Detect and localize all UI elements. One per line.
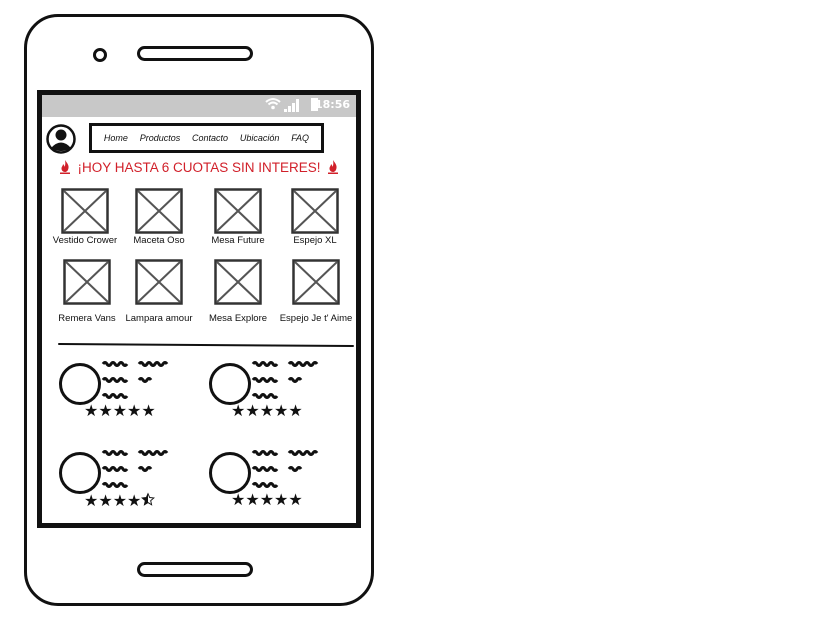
phone-screen: 18:56 Home Productos Contacto Ubicación … [37, 90, 361, 528]
reviewer-avatar [209, 363, 251, 405]
status-bar: 18:56 [42, 95, 356, 117]
product-name: Espejo Je t' Aime [279, 313, 353, 324]
product-card[interactable]: Espejo XL [275, 188, 355, 246]
clock: 18:56 [314, 98, 350, 111]
product-card[interactable]: Vestido Crower [45, 188, 125, 246]
review-card: ★★★★★ [209, 447, 339, 517]
signal-icon [284, 98, 300, 112]
main-nav: Home Productos Contacto Ubicación FAQ [89, 123, 324, 153]
nav-productos[interactable]: Productos [140, 133, 181, 143]
section-divider [57, 342, 355, 348]
product-name: Remera Vans [58, 313, 116, 324]
image-placeholder-icon [63, 259, 111, 305]
product-card[interactable]: Remera Vans [47, 259, 127, 324]
home-button[interactable] [137, 562, 253, 577]
review-card: ★★★★ [59, 447, 189, 517]
reviewer-avatar [209, 452, 251, 494]
product-name: Mesa Explore [208, 313, 268, 324]
placeholder-text-scribble [101, 361, 169, 399]
product-card[interactable]: Lampara amour [119, 259, 199, 324]
speaker-slot [137, 46, 253, 61]
promo-banner: ¡HOY HASTA 6 CUOTAS SIN INTERES! [42, 160, 356, 175]
star-rating: ★★★★★ [84, 401, 156, 420]
product-name: Maceta Oso [133, 235, 185, 246]
nav-home[interactable]: Home [104, 133, 128, 143]
product-card[interactable]: Mesa Future [198, 188, 278, 246]
star-rating: ★★★★★ [231, 490, 303, 509]
flame-icon [328, 160, 339, 174]
nav-ubicacion[interactable]: Ubicación [240, 133, 280, 143]
nav-faq[interactable]: FAQ [291, 133, 309, 143]
image-placeholder-icon [135, 188, 183, 234]
camera-dot [93, 48, 107, 62]
image-placeholder-icon [214, 259, 262, 305]
reviewer-avatar [59, 452, 101, 494]
product-name: Espejo XL [293, 235, 337, 246]
nav-contacto[interactable]: Contacto [192, 133, 228, 143]
wifi-icon [265, 97, 281, 114]
review-card: ★★★★★ [209, 358, 339, 428]
promo-text: ¡HOY HASTA 6 CUOTAS SIN INTERES! [77, 160, 321, 175]
image-placeholder-icon [61, 188, 109, 234]
placeholder-text-scribble [251, 361, 319, 399]
image-placeholder-icon [214, 188, 262, 234]
product-name: Lampara amour [125, 313, 193, 324]
star-rating: ★★★★★ [231, 401, 303, 420]
flame-icon [59, 160, 70, 174]
product-card[interactable]: Espejo Je t' Aime [275, 259, 356, 324]
image-placeholder-icon [292, 259, 340, 305]
product-name: Mesa Future [211, 235, 265, 246]
image-placeholder-icon [135, 259, 183, 305]
half-star-icon [141, 492, 156, 506]
placeholder-text-scribble [251, 450, 319, 488]
product-card[interactable]: Maceta Oso [119, 188, 199, 246]
product-name: Vestido Crower [52, 235, 118, 246]
star-rating: ★★★★ [84, 492, 156, 509]
user-avatar-icon[interactable] [46, 124, 76, 154]
review-card: ★★★★★ [59, 358, 189, 428]
placeholder-text-scribble [101, 450, 169, 488]
reviewer-avatar [59, 363, 101, 405]
image-placeholder-icon [291, 188, 339, 234]
product-card[interactable]: Mesa Explore [198, 259, 278, 324]
